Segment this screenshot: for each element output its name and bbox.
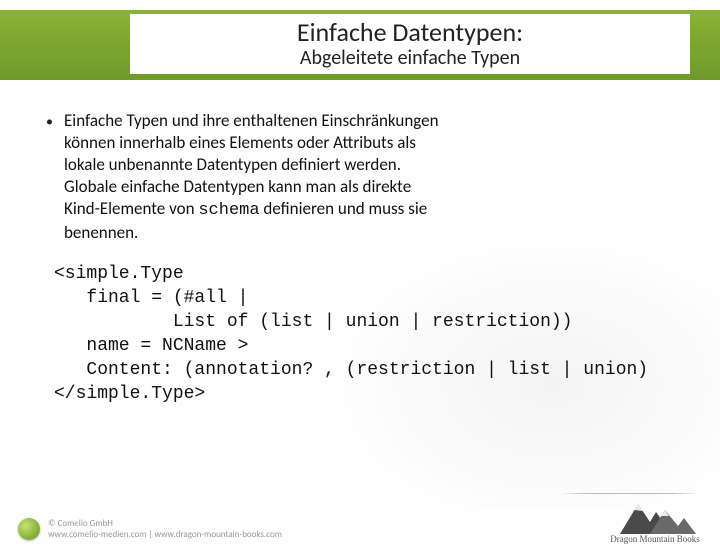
bullet-item: • Einfache Typen und ihre enthaltenen Ei… — [46, 110, 680, 244]
slide-footer: © Comelio GmbH www.comelio-medien.com | … — [0, 498, 720, 550]
footer-right: Dragon Mountain Books — [610, 496, 700, 544]
bullet-text: Einfache Typen und ihre enthaltenen Eins… — [64, 110, 444, 244]
footer-separator — [560, 493, 700, 494]
code-line: <simple.Type — [54, 264, 184, 284]
slide-header: Einfache Datentypen: Abgeleitete einfach… — [0, 10, 720, 80]
comelio-logo-icon — [18, 518, 40, 540]
code-line: final = (#all | — [54, 288, 248, 308]
footer-brand: Dragon Mountain Books — [610, 534, 700, 544]
slide-title: Einfache Datentypen: — [150, 16, 670, 48]
inline-code-schema: schema — [198, 201, 259, 220]
code-line: List of (list | union | restriction)) — [54, 312, 572, 332]
code-line: </simple.Type> — [54, 384, 205, 404]
header-inner: Einfache Datentypen: Abgeleitete einfach… — [130, 14, 690, 74]
footer-left: © Comelio GmbH www.comelio-medien.com | … — [18, 518, 282, 540]
code-line: Content: (annotation? , (restriction | l… — [54, 360, 648, 380]
footer-left-text: © Comelio GmbH www.comelio-medien.com | … — [48, 518, 282, 540]
code-block: <simple.Type final = (#all | List of (li… — [54, 262, 680, 406]
code-line: name = NCName > — [54, 336, 248, 356]
dragon-mountain-logo-icon — [610, 496, 700, 536]
footer-url: www.comelio-medien.com | www.dragon-moun… — [48, 529, 282, 540]
bullet-marker: • — [46, 110, 64, 244]
slide-content: • Einfache Typen und ihre enthaltenen Ei… — [0, 80, 720, 406]
footer-copyright: © Comelio GmbH — [48, 518, 282, 529]
slide-subtitle: Abgeleitete einfache Typen — [150, 46, 670, 70]
